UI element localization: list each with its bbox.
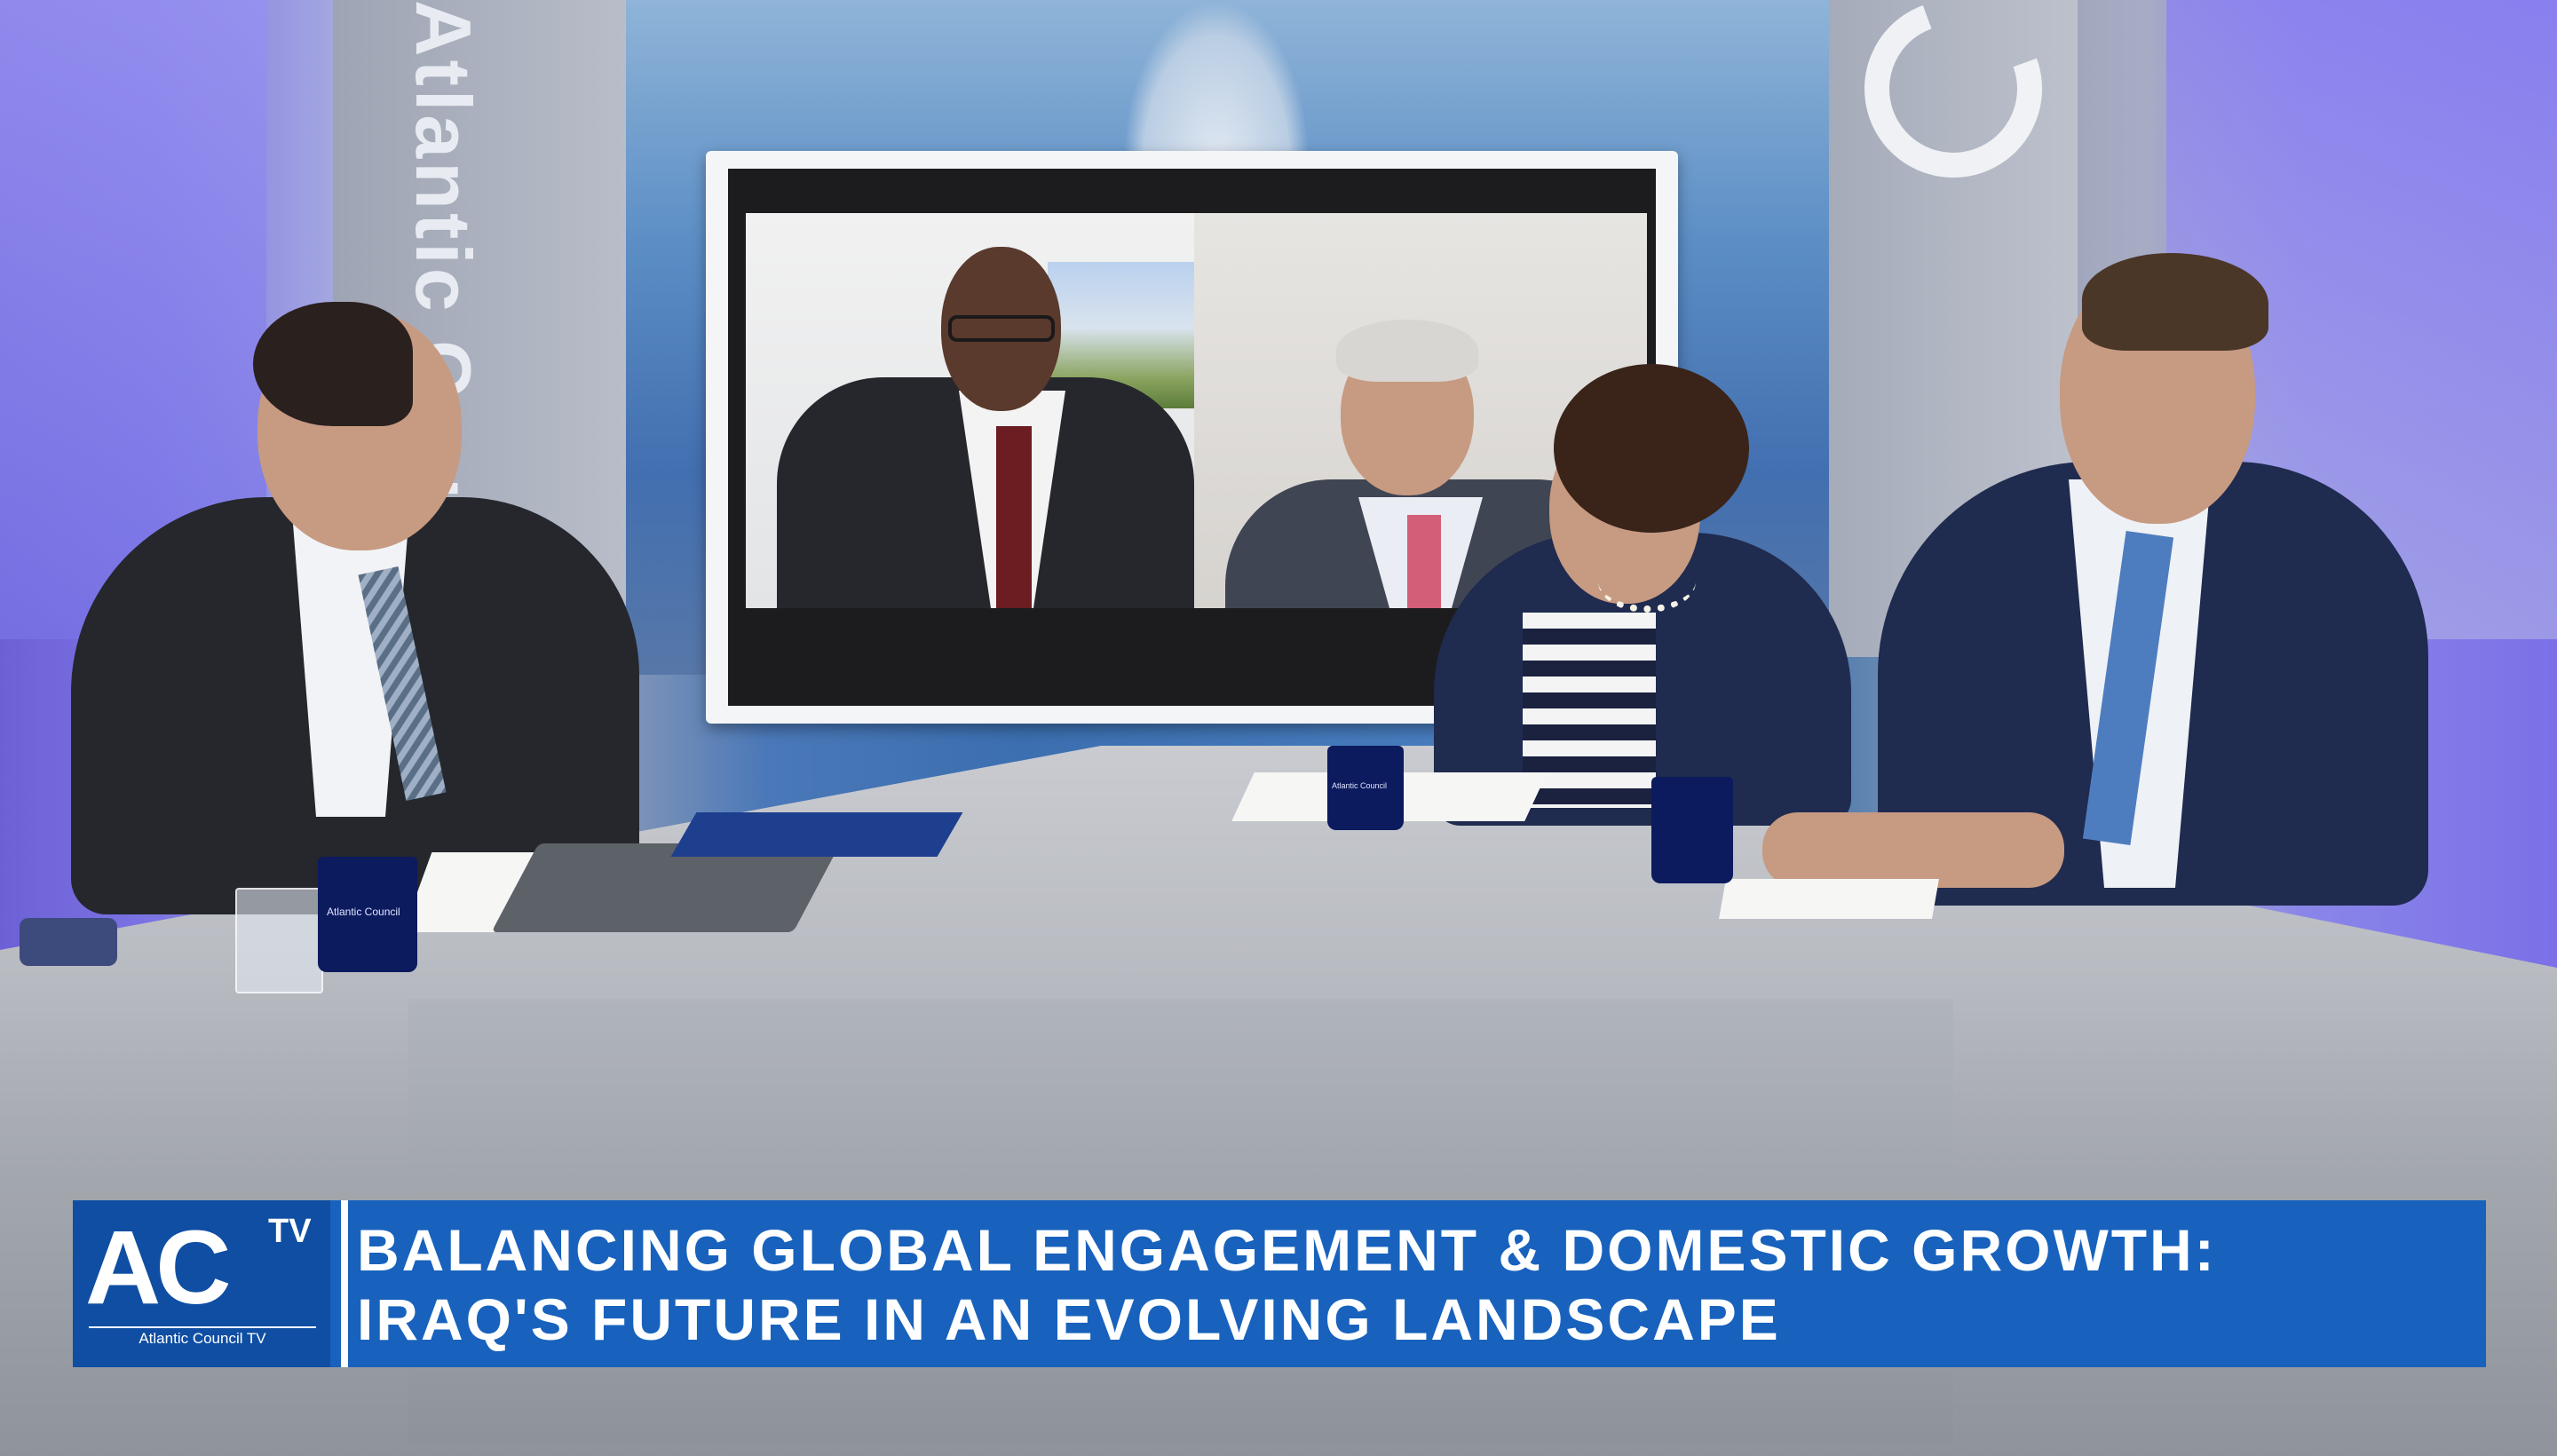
remote-guest-right-tie — [1407, 515, 1441, 608]
headline-line-2: IRAQ'S FUTURE IN AN EVOLVING LANDSCAPE — [357, 1286, 1781, 1352]
actv-logo-subtitle: Atlantic Council TV — [89, 1326, 316, 1348]
host-hair — [253, 302, 413, 426]
headline-line-1: BALANCING GLOBAL ENGAGEMENT & DOMESTIC G… — [357, 1217, 2217, 1283]
water-glass — [235, 888, 323, 993]
lower-third-divider — [341, 1200, 348, 1367]
remote-guest-right-hair — [1336, 320, 1478, 382]
folder — [670, 812, 963, 857]
panelist-man-hands — [1762, 812, 2064, 888]
remote-guest-left-tie — [996, 426, 1032, 608]
mug-center-label: Atlantic Council — [1332, 781, 1388, 790]
mug-right — [1651, 777, 1733, 883]
panelist-man-hair — [2082, 253, 2268, 351]
panelist-man-notes — [1719, 879, 1939, 919]
host-tablet — [491, 843, 841, 932]
actv-logo-tv: TV — [268, 1213, 312, 1250]
glasses-icon — [948, 315, 1055, 342]
smartphone-icon — [20, 918, 117, 966]
panelist-woman-hair — [1554, 364, 1749, 533]
actv-logo-text: AC — [85, 1209, 231, 1326]
pearl-necklace-icon — [1598, 550, 1696, 613]
capitol-dome — [1123, 0, 1310, 160]
mug-host-label: Atlantic Council — [327, 906, 400, 918]
